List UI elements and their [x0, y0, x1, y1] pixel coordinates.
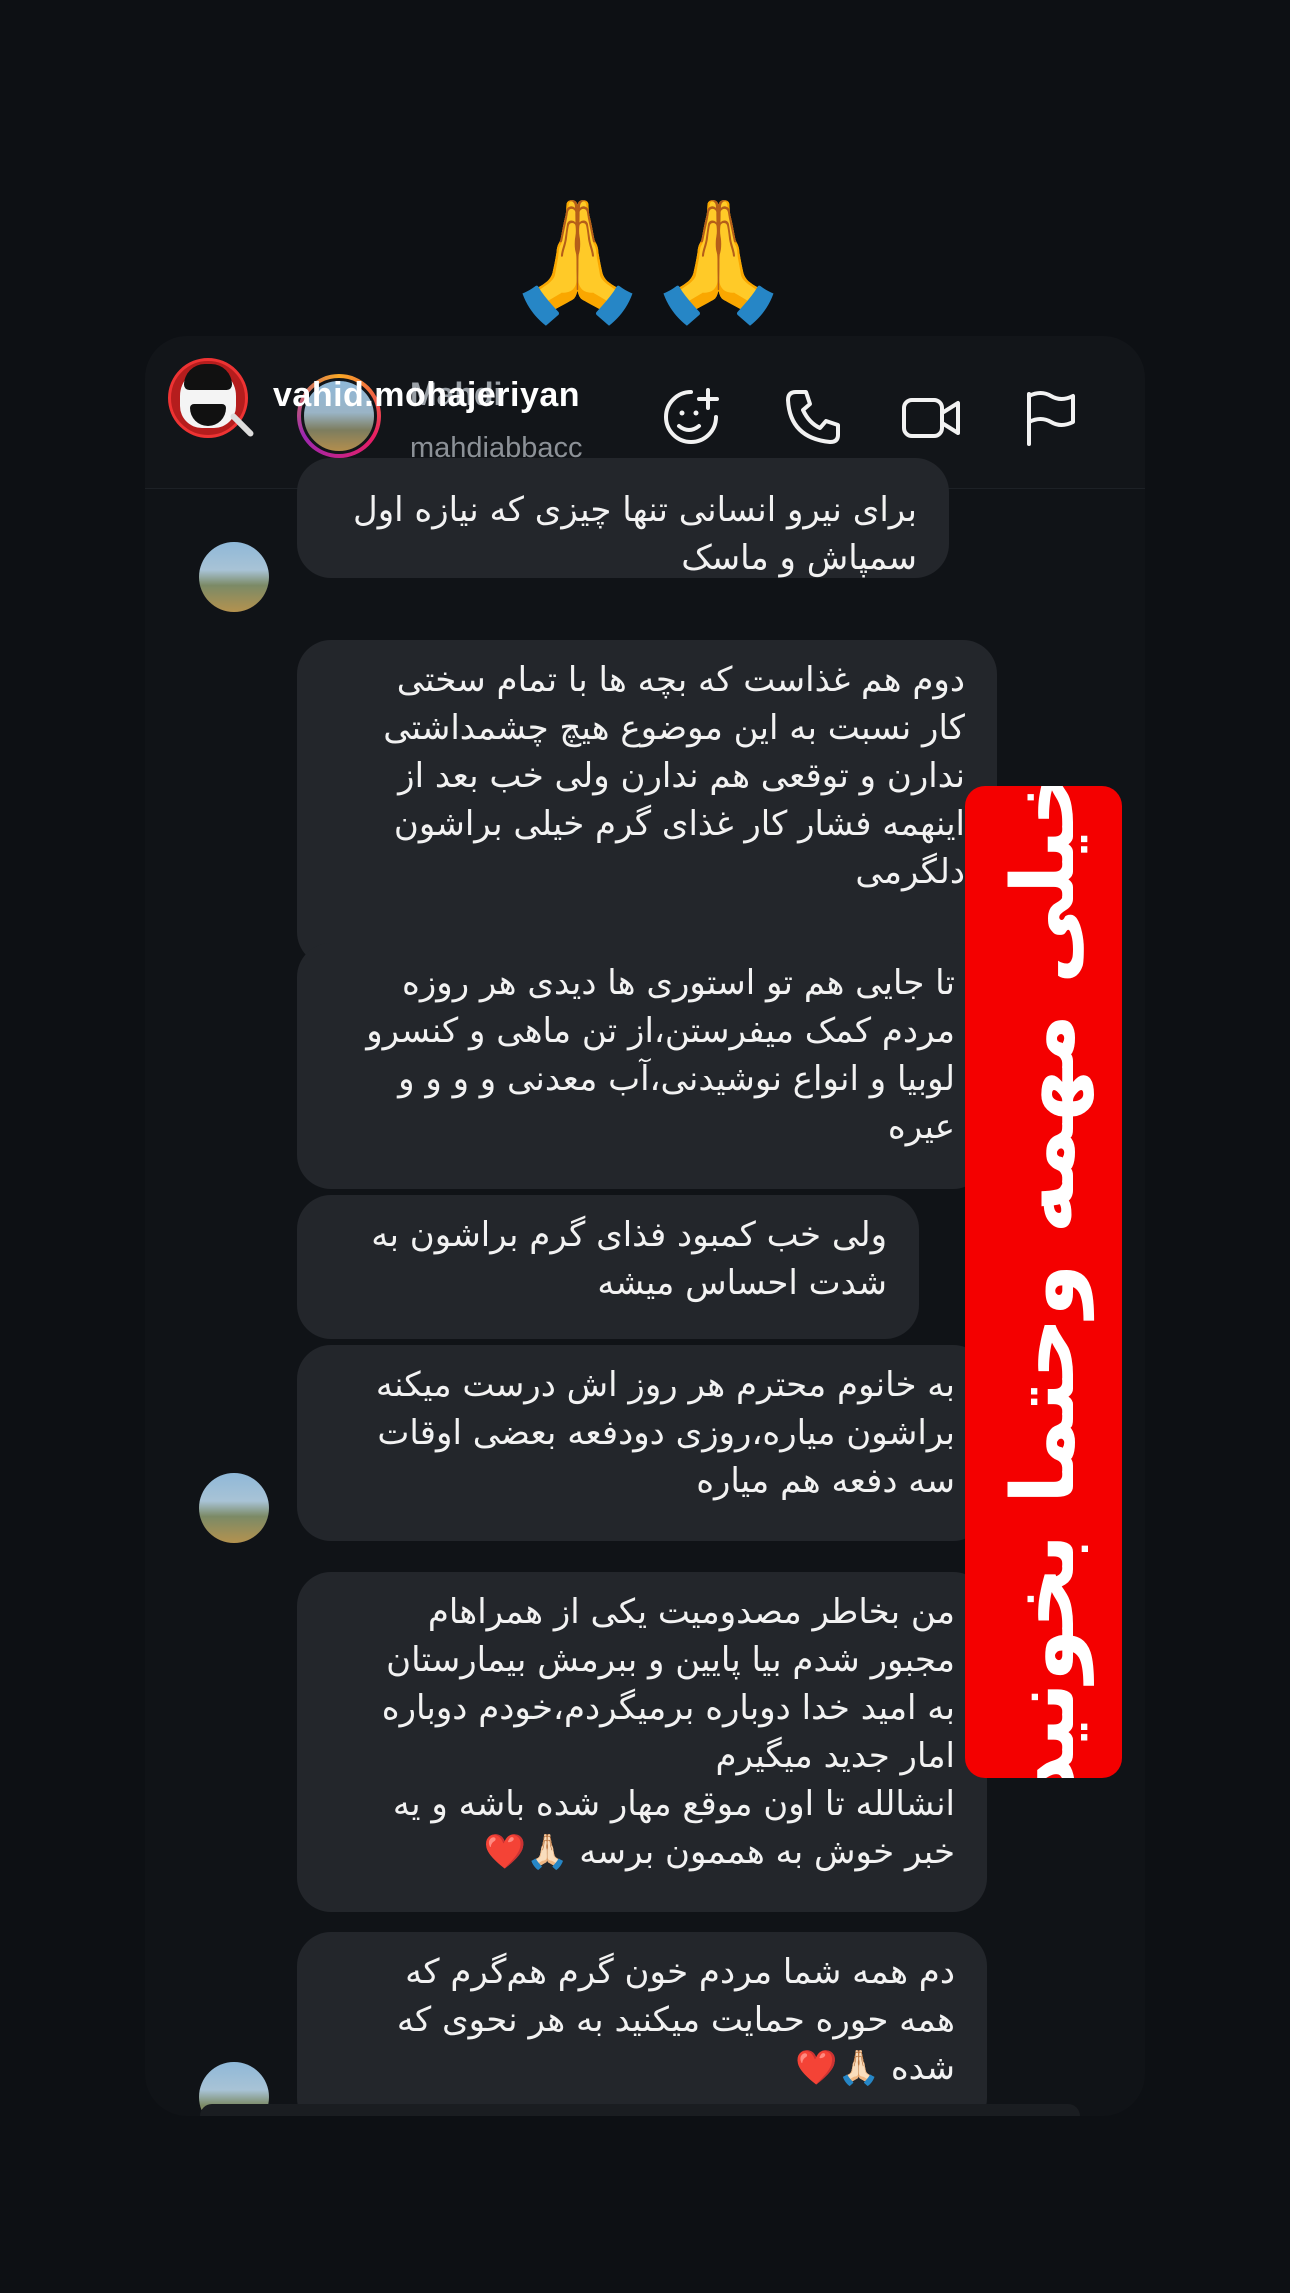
red-vertical-banner: خیلی مهمه وحتما بخونید [965, 786, 1122, 1778]
sender-avatar[interactable] [199, 542, 269, 612]
message-bubble: برای نیرو انسانی تنها چیزی که نیازه اول … [297, 458, 949, 578]
flag-icon[interactable] [1019, 386, 1081, 448]
message-bubble: ولی خب کمبود فذای گرم براشون به شدت احسا… [297, 1195, 919, 1339]
message-bubble: تا جایی هم تو استوری ها دیدی هر روزه مرد… [297, 943, 987, 1189]
message-bubble: دوم هم غذاست که بچه ها با تمام سختی کار … [297, 640, 997, 966]
top-emoji: 🙏🙏 [504, 191, 792, 329]
phone-icon[interactable] [782, 386, 844, 448]
sticker-add-icon[interactable] [660, 386, 722, 448]
overlay-username: vahid.mohajeriyan [273, 376, 581, 414]
overlay-profile-avatar [168, 358, 248, 438]
video-icon[interactable] [900, 386, 962, 448]
sender-avatar[interactable] [199, 1473, 269, 1543]
composer-edge [200, 2104, 1080, 2116]
message-bubble: به خانوم محترم هر روز اش درست میکنه براش… [297, 1345, 987, 1541]
banner-text: خیلی مهمه وحتما بخونید [993, 786, 1094, 1778]
message-bubble: دم همه شما مردم خون گرم هم‌گرم که همه حو… [297, 1932, 987, 2116]
message-bubble: من بخاطر مصدومیت یکی از همراهام مجبور شد… [297, 1572, 987, 1912]
